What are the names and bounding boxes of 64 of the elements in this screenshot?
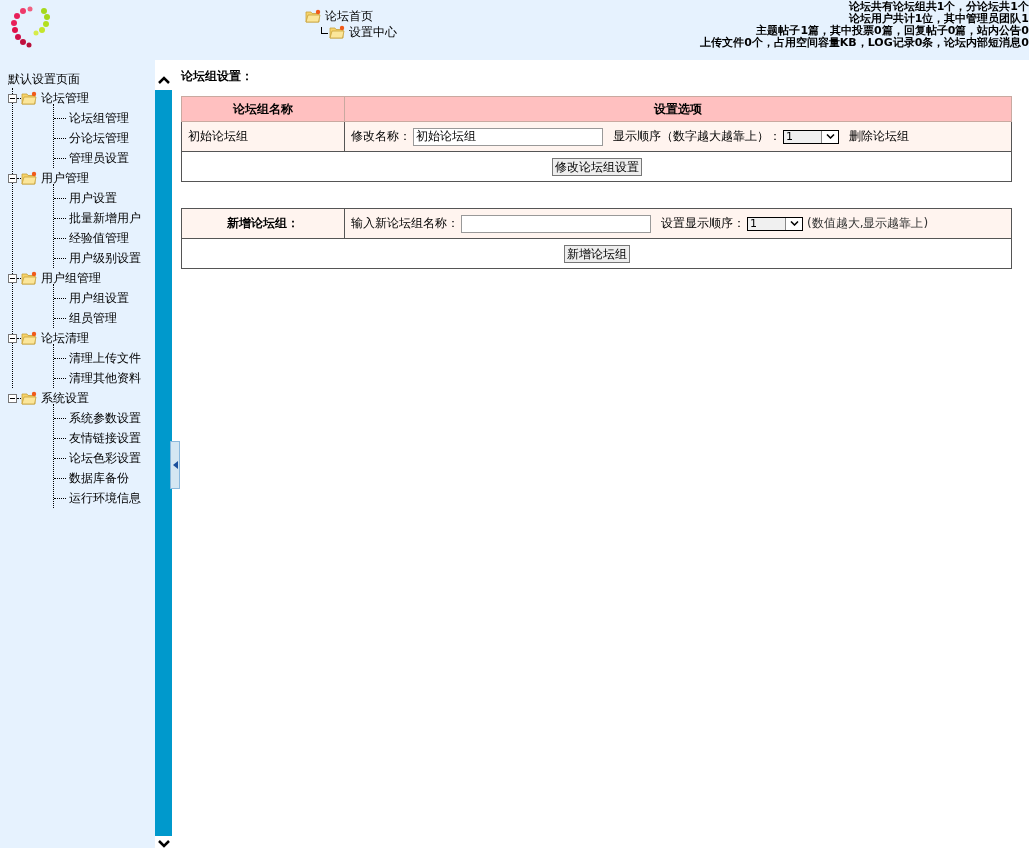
tree-item[interactable]: 清理上传文件 <box>69 349 141 367</box>
folder-icon <box>21 91 37 105</box>
stats-text: 上传文件0个，占用空间容量KB，LOG记录0条，论坛内部短消息0 <box>700 37 1029 49</box>
order-select[interactable]: 1 <box>783 129 839 144</box>
field-label: 输入新论坛组名称： <box>351 216 459 230</box>
section-title: 论坛组设置： <box>181 68 253 85</box>
field-label: 设置显示顺序： <box>661 216 745 230</box>
tree-item[interactable]: 清理其他资料 <box>69 369 141 387</box>
folder-icon <box>329 25 345 39</box>
hint-text: (数值越大,显示越靠上) <box>807 216 929 230</box>
tree-item[interactable]: 用户组管理 <box>41 269 101 287</box>
tree-item[interactable]: 系统设置 <box>41 389 89 407</box>
name-input-field[interactable] <box>461 214 651 233</box>
table-cell: 初始论坛组 <box>181 121 345 152</box>
tree-item[interactable]: 友情链接设置 <box>69 429 141 447</box>
tree-item[interactable]: 用户组设置 <box>69 289 129 307</box>
tree-item[interactable]: 经验值管理 <box>69 229 129 247</box>
add-button[interactable]: 新增论坛组 <box>563 244 630 263</box>
tree-item[interactable]: 用户设置 <box>69 189 117 207</box>
submit-button[interactable]: 修改论坛组设置 <box>551 157 642 176</box>
collapse-icon[interactable] <box>8 173 17 183</box>
collapse-icon[interactable] <box>8 333 17 343</box>
stats-text: 论坛用户共计1位，其中管理员团队1 <box>848 13 1029 25</box>
tree-item[interactable]: 管理员设置 <box>69 149 129 167</box>
tree-item[interactable]: 论坛管理 <box>41 89 89 107</box>
tree-item[interactable]: 论坛组管理 <box>69 109 129 127</box>
chevron-down-icon <box>825 134 835 139</box>
tree-item[interactable]: 组员管理 <box>69 309 117 327</box>
chevron-down-icon <box>789 221 799 226</box>
field-label: 显示顺序（数字越大越靠上）： <box>613 129 781 143</box>
tree-line <box>321 26 328 34</box>
scroll-down-icon[interactable] <box>157 840 170 848</box>
tree-item[interactable]: 用户管理 <box>41 169 89 187</box>
folder-icon <box>21 331 37 345</box>
field-label: 修改名称： <box>351 129 411 143</box>
folder-icon <box>21 171 37 185</box>
delete-link[interactable]: 删除论坛组 <box>849 129 909 143</box>
tree-item[interactable]: 运行环境信息 <box>69 489 141 507</box>
column-header: 设置选项 <box>344 96 1012 122</box>
collapse-icon[interactable] <box>8 273 17 283</box>
tree-item[interactable]: 论坛色彩设置 <box>69 449 141 467</box>
tree-item[interactable]: 论坛清理 <box>41 329 89 347</box>
folder-icon <box>305 9 321 23</box>
collapse-handle[interactable] <box>170 441 180 489</box>
tree-item[interactable]: 用户级别设置 <box>69 249 141 267</box>
tree-item[interactable]: 批量新增用户 <box>69 209 141 227</box>
scroll-up-icon[interactable] <box>157 76 170 84</box>
scrollbar[interactable] <box>155 90 172 836</box>
nav-link[interactable]: 设置中心 <box>349 23 397 41</box>
folder-icon <box>21 271 37 285</box>
nav-link[interactable]: 论坛首页 <box>325 7 373 25</box>
folder-icon <box>21 391 37 405</box>
collapse-icon[interactable] <box>8 393 17 403</box>
order-select[interactable]: 1 <box>747 216 803 231</box>
name-input-field[interactable]: 初始论坛组 <box>413 127 603 146</box>
stats-text: 论坛共有论坛组共1个，分论坛共1个 <box>847 1 1029 13</box>
tree-item[interactable]: 系统参数设置 <box>69 409 141 427</box>
collapse-icon[interactable] <box>8 93 17 103</box>
row-header: 新增论坛组： <box>181 208 345 239</box>
tree-item[interactable]: 数据库备份 <box>69 469 129 487</box>
stats-text: 主题帖子1篇，其中投票0篇，回复帖子0篇，站内公告0 <box>755 25 1029 37</box>
column-header: 论坛组名称 <box>181 96 345 122</box>
tree-item[interactable]: 分论坛管理 <box>69 129 129 147</box>
tree-root[interactable]: 默认设置页面 <box>0 70 80 88</box>
